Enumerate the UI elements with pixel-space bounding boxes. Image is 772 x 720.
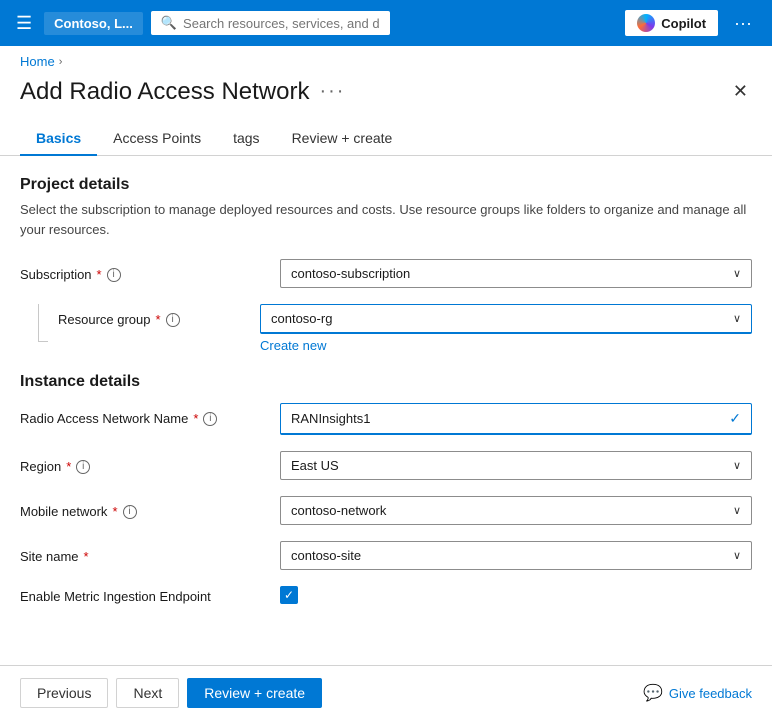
metric-ingestion-row: Enable Metric Ingestion Endpoint ✓: [20, 586, 752, 604]
tab-review-create[interactable]: Review + create: [276, 122, 409, 156]
resource-group-dropdown[interactable]: contoso-rg ∨: [260, 304, 752, 334]
tab-tags[interactable]: tags: [217, 122, 275, 156]
rg-required: *: [156, 312, 161, 327]
breadcrumb-separator: ›: [59, 56, 63, 68]
resource-group-field-row: Resource group * i contoso-rg ∨ Create n…: [20, 304, 752, 353]
breadcrumb: Home ›: [0, 46, 772, 73]
ran-name-required: *: [193, 411, 198, 426]
mobile-network-field-row: Mobile network * i contoso-network ∨: [20, 496, 752, 525]
region-label: Region * i: [20, 451, 280, 474]
rg-corner: [28, 324, 48, 342]
mobile-network-dropdown-control: contoso-network ∨: [280, 496, 752, 525]
tab-access-points[interactable]: Access Points: [97, 122, 217, 156]
rg-info-icon[interactable]: i: [166, 313, 180, 327]
metric-ingestion-checkbox[interactable]: ✓: [280, 586, 298, 604]
subscription-dropdown-arrow: ∨: [733, 267, 741, 280]
rg-v-line-2: [38, 324, 39, 342]
tab-bar: Basics Access Points tags Review + creat…: [0, 106, 772, 156]
ran-name-info-icon[interactable]: i: [203, 412, 217, 426]
region-info-icon[interactable]: i: [76, 460, 90, 474]
region-required: *: [66, 459, 71, 474]
site-name-label: Site name *: [20, 541, 280, 564]
mobile-network-info-icon[interactable]: i: [123, 505, 137, 519]
site-name-dropdown-arrow: ∨: [733, 549, 741, 562]
search-icon: 🔍: [161, 15, 177, 31]
create-new-link[interactable]: Create new: [260, 338, 326, 353]
mobile-network-dropdown-arrow: ∨: [733, 504, 741, 517]
site-name-dropdown[interactable]: contoso-site ∨: [280, 541, 752, 570]
project-details-desc: Select the subscription to manage deploy…: [20, 200, 752, 239]
ran-name-label: Radio Access Network Name * i: [20, 403, 280, 426]
subscription-dropdown-control: contoso-subscription ∨: [280, 259, 752, 288]
page-title-more-icon[interactable]: ···: [319, 80, 345, 103]
form-content: Project details Select the subscription …: [0, 156, 772, 665]
bottom-bar: Previous Next Review + create 💬 Give fee…: [0, 665, 772, 720]
ran-name-check-icon: ✓: [729, 410, 741, 427]
breadcrumb-home[interactable]: Home: [20, 54, 55, 69]
region-value: East US: [291, 458, 339, 473]
copilot-logo-icon: [637, 14, 655, 32]
mobile-network-required: *: [112, 504, 117, 519]
page-title: Add Radio Access Network: [20, 78, 309, 106]
resource-group-label: Resource group * i: [56, 304, 260, 327]
rg-indent-area: Resource group * i: [20, 304, 260, 342]
previous-button[interactable]: Previous: [20, 678, 108, 708]
top-nav-bar: ☰ Contoso, L... 🔍 Copilot ···: [0, 0, 772, 46]
project-details-title: Project details: [20, 176, 752, 194]
ran-name-value: RANInsights1: [291, 411, 370, 426]
region-dropdown-arrow: ∨: [733, 459, 741, 472]
ran-name-field-row: Radio Access Network Name * i RANInsight…: [20, 403, 752, 435]
instance-details-title: Instance details: [20, 373, 752, 391]
search-bar[interactable]: 🔍: [151, 11, 390, 35]
subscription-field-row: Subscription * i contoso-subscription ∨: [20, 259, 752, 288]
subscription-required: *: [97, 267, 102, 282]
give-feedback-icon: 💬: [643, 683, 663, 703]
rg-dropdown-arrow: ∨: [733, 312, 741, 325]
search-input[interactable]: [183, 16, 380, 31]
ran-name-dropdown[interactable]: RANInsights1 ✓: [280, 403, 752, 435]
region-field-row: Region * i East US ∨: [20, 451, 752, 480]
close-icon[interactable]: ✕: [729, 77, 752, 106]
site-name-required: *: [84, 549, 89, 564]
top-bar-more-icon[interactable]: ···: [726, 9, 760, 38]
mobile-network-value: contoso-network: [291, 503, 386, 518]
copilot-label: Copilot: [661, 16, 706, 31]
tab-basics[interactable]: Basics: [20, 122, 97, 156]
site-name-value: contoso-site: [291, 548, 361, 563]
give-feedback-button[interactable]: 💬 Give feedback: [643, 683, 752, 703]
ran-name-dropdown-control: RANInsights1 ✓: [280, 403, 752, 435]
region-dropdown[interactable]: East US ∨: [280, 451, 752, 480]
checkbox-check-icon: ✓: [284, 588, 294, 602]
rg-v-line: [38, 304, 39, 324]
metric-ingestion-checkbox-wrapper: ✓: [280, 586, 298, 604]
copilot-button[interactable]: Copilot: [625, 10, 718, 36]
subscription-label: Subscription * i: [20, 259, 280, 282]
resource-group-value: contoso-rg: [271, 311, 332, 326]
site-name-dropdown-control: contoso-site ∨: [280, 541, 752, 570]
region-dropdown-control: East US ∨: [280, 451, 752, 480]
instance-details-section: Instance details Radio Access Network Na…: [20, 373, 752, 604]
review-create-button[interactable]: Review + create: [187, 678, 322, 708]
mobile-network-dropdown[interactable]: contoso-network ∨: [280, 496, 752, 525]
give-feedback-label: Give feedback: [669, 686, 752, 701]
mobile-network-label: Mobile network * i: [20, 496, 280, 519]
subscription-dropdown[interactable]: contoso-subscription ∨: [280, 259, 752, 288]
page-header: Add Radio Access Network ··· ✕: [0, 73, 772, 106]
page-title-row: Add Radio Access Network ···: [20, 78, 345, 106]
subscription-value: contoso-subscription: [291, 266, 410, 281]
rg-h-line: [39, 341, 48, 342]
rg-indent-lines: [28, 304, 48, 342]
subscription-info-icon[interactable]: i: [107, 268, 121, 282]
hamburger-icon[interactable]: ☰: [12, 9, 36, 38]
metric-ingestion-label: Enable Metric Ingestion Endpoint: [20, 587, 280, 604]
brand-label[interactable]: Contoso, L...: [44, 12, 143, 35]
next-button[interactable]: Next: [116, 678, 179, 708]
main-wrapper: Home › Add Radio Access Network ··· ✕ Ba…: [0, 46, 772, 720]
resource-group-dropdown-control: contoso-rg ∨ Create new: [260, 304, 752, 353]
site-name-field-row: Site name * contoso-site ∨: [20, 541, 752, 570]
